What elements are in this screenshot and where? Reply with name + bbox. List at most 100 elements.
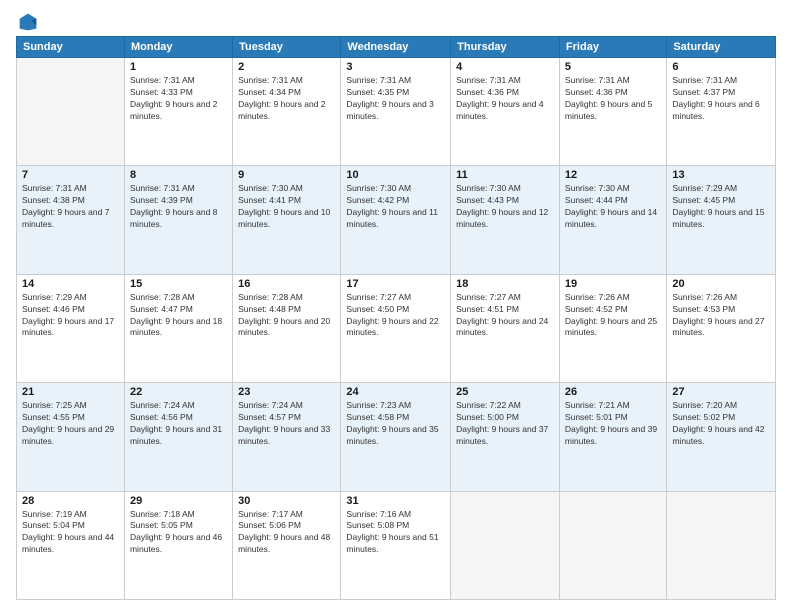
calendar-week-3: 14 Sunrise: 7:29 AMSunset: 4:46 PMDayligh…	[17, 274, 776, 382]
calendar-cell: 11 Sunrise: 7:30 AMSunset: 4:43 PMDayligh…	[451, 166, 560, 274]
day-info: Sunrise: 7:23 AMSunset: 4:58 PMDaylight:…	[346, 400, 445, 448]
day-info: Sunrise: 7:30 AMSunset: 4:44 PMDaylight:…	[565, 183, 661, 231]
day-header-monday: Monday	[124, 37, 232, 58]
calendar-week-5: 28 Sunrise: 7:19 AMSunset: 5:04 PMDayligh…	[17, 491, 776, 599]
calendar-cell: 7 Sunrise: 7:31 AMSunset: 4:38 PMDaylight…	[17, 166, 125, 274]
calendar-cell: 29 Sunrise: 7:18 AMSunset: 5:05 PMDayligh…	[124, 491, 232, 599]
day-number: 26	[565, 386, 661, 398]
day-number: 9	[238, 169, 335, 181]
day-number: 11	[456, 169, 554, 181]
day-number: 13	[672, 169, 770, 181]
logo	[16, 12, 38, 28]
day-number: 14	[22, 278, 119, 290]
day-info: Sunrise: 7:24 AMSunset: 4:56 PMDaylight:…	[130, 400, 227, 448]
day-info: Sunrise: 7:30 AMSunset: 4:43 PMDaylight:…	[456, 183, 554, 231]
calendar-cell: 4Sunrise: 7:31 AMSunset: 4:36 PMDaylight…	[451, 58, 560, 166]
calendar: SundayMondayTuesdayWednesdayThursdayFrid…	[16, 36, 776, 600]
calendar-cell: 30Sunrise: 7:17 AMSunset: 5:06 PMDayligh…	[233, 491, 341, 599]
day-number: 25	[456, 386, 554, 398]
calendar-cell: 20 Sunrise: 7:26 AMSunset: 4:53 PMDayligh…	[667, 274, 776, 382]
calendar-cell: 8 Sunrise: 7:31 AMSunset: 4:39 PMDaylight…	[124, 166, 232, 274]
day-number: 23	[238, 386, 335, 398]
day-info: Sunrise: 7:31 AMSunset: 4:36 PMDaylight:…	[456, 75, 554, 123]
day-info: Sunrise: 7:16 AMSunset: 5:08 PMDaylight:…	[346, 509, 445, 557]
day-info: Sunrise: 7:26 AMSunset: 4:53 PMDaylight:…	[672, 292, 770, 340]
day-info: Sunrise: 7:30 AMSunset: 4:41 PMDaylight:…	[238, 183, 335, 231]
day-number: 28	[22, 495, 119, 507]
day-number: 5	[565, 61, 661, 73]
day-info: Sunrise: 7:31 AMSunset: 4:35 PMDaylight:…	[346, 75, 445, 123]
day-number: 27	[672, 386, 770, 398]
day-info: Sunrise: 7:17 AMSunset: 5:06 PMDaylight:…	[238, 509, 335, 557]
day-info: Sunrise: 7:31 AMSunset: 4:39 PMDaylight:…	[130, 183, 227, 231]
calendar-cell: 28 Sunrise: 7:19 AMSunset: 5:04 PMDayligh…	[17, 491, 125, 599]
day-number: 29	[130, 495, 227, 507]
day-info: Sunrise: 7:31 AMSunset: 4:38 PMDaylight:…	[22, 183, 119, 231]
calendar-cell: 14 Sunrise: 7:29 AMSunset: 4:46 PMDayligh…	[17, 274, 125, 382]
day-info: Sunrise: 7:27 AMSunset: 4:51 PMDaylight:…	[456, 292, 554, 340]
calendar-cell: 19 Sunrise: 7:26 AMSunset: 4:52 PMDayligh…	[559, 274, 666, 382]
day-number: 24	[346, 386, 445, 398]
day-number: 18	[456, 278, 554, 290]
day-header-wednesday: Wednesday	[341, 37, 451, 58]
day-info: Sunrise: 7:29 AMSunset: 4:45 PMDaylight:…	[672, 183, 770, 231]
calendar-cell: 6Sunrise: 7:31 AMSunset: 4:37 PMDaylight…	[667, 58, 776, 166]
calendar-cell: 31Sunrise: 7:16 AMSunset: 5:08 PMDayligh…	[341, 491, 451, 599]
day-info: Sunrise: 7:25 AMSunset: 4:55 PMDaylight:…	[22, 400, 119, 448]
calendar-cell: 27 Sunrise: 7:20 AMSunset: 5:02 PMDayligh…	[667, 383, 776, 491]
day-number: 22	[130, 386, 227, 398]
calendar-cell: 24 Sunrise: 7:23 AMSunset: 4:58 PMDayligh…	[341, 383, 451, 491]
calendar-week-2: 7 Sunrise: 7:31 AMSunset: 4:38 PMDaylight…	[17, 166, 776, 274]
header	[16, 12, 776, 28]
calendar-week-1: 1 Sunrise: 7:31 AMSunset: 4:33 PMDaylight…	[17, 58, 776, 166]
calendar-cell: 16 Sunrise: 7:28 AMSunset: 4:48 PMDayligh…	[233, 274, 341, 382]
day-number: 19	[565, 278, 661, 290]
day-info: Sunrise: 7:30 AMSunset: 4:42 PMDaylight:…	[346, 183, 445, 231]
day-number: 20	[672, 278, 770, 290]
day-header-thursday: Thursday	[451, 37, 560, 58]
day-info: Sunrise: 7:29 AMSunset: 4:46 PMDaylight:…	[22, 292, 119, 340]
day-info: Sunrise: 7:31 AMSunset: 4:34 PMDaylight:…	[238, 75, 335, 123]
day-info: Sunrise: 7:28 AMSunset: 4:48 PMDaylight:…	[238, 292, 335, 340]
day-number: 10	[346, 169, 445, 181]
day-number: 15	[130, 278, 227, 290]
day-info: Sunrise: 7:26 AMSunset: 4:52 PMDaylight:…	[565, 292, 661, 340]
day-info: Sunrise: 7:21 AMSunset: 5:01 PMDaylight:…	[565, 400, 661, 448]
logo-text	[16, 12, 38, 32]
day-number: 16	[238, 278, 335, 290]
calendar-cell: 26 Sunrise: 7:21 AMSunset: 5:01 PMDayligh…	[559, 383, 666, 491]
day-info: Sunrise: 7:24 AMSunset: 4:57 PMDaylight:…	[238, 400, 335, 448]
day-info: Sunrise: 7:20 AMSunset: 5:02 PMDaylight:…	[672, 400, 770, 448]
calendar-cell: 21Sunrise: 7:25 AMSunset: 4:55 PMDayligh…	[17, 383, 125, 491]
day-info: Sunrise: 7:31 AMSunset: 4:36 PMDaylight:…	[565, 75, 661, 123]
calendar-week-4: 21Sunrise: 7:25 AMSunset: 4:55 PMDayligh…	[17, 383, 776, 491]
calendar-cell: 10 Sunrise: 7:30 AMSunset: 4:42 PMDayligh…	[341, 166, 451, 274]
day-number: 7	[22, 169, 119, 181]
logo-icon	[18, 12, 38, 32]
day-number: 8	[130, 169, 227, 181]
day-number: 3	[346, 61, 445, 73]
calendar-cell	[559, 491, 666, 599]
calendar-cell: 2Sunrise: 7:31 AMSunset: 4:34 PMDaylight…	[233, 58, 341, 166]
calendar-cell: 17Sunrise: 7:27 AMSunset: 4:50 PMDayligh…	[341, 274, 451, 382]
calendar-cell: 5 Sunrise: 7:31 AMSunset: 4:36 PMDaylight…	[559, 58, 666, 166]
day-number: 12	[565, 169, 661, 181]
day-info: Sunrise: 7:18 AMSunset: 5:05 PMDaylight:…	[130, 509, 227, 557]
calendar-cell: 1 Sunrise: 7:31 AMSunset: 4:33 PMDaylight…	[124, 58, 232, 166]
day-number: 1	[130, 61, 227, 73]
day-info: Sunrise: 7:27 AMSunset: 4:50 PMDaylight:…	[346, 292, 445, 340]
day-info: Sunrise: 7:31 AMSunset: 4:37 PMDaylight:…	[672, 75, 770, 123]
day-info: Sunrise: 7:31 AMSunset: 4:33 PMDaylight:…	[130, 75, 227, 123]
day-header-sunday: Sunday	[17, 37, 125, 58]
calendar-cell: 9 Sunrise: 7:30 AMSunset: 4:41 PMDaylight…	[233, 166, 341, 274]
calendar-cell: 18 Sunrise: 7:27 AMSunset: 4:51 PMDayligh…	[451, 274, 560, 382]
day-info: Sunrise: 7:28 AMSunset: 4:47 PMDaylight:…	[130, 292, 227, 340]
calendar-cell	[451, 491, 560, 599]
calendar-cell: 22 Sunrise: 7:24 AMSunset: 4:56 PMDayligh…	[124, 383, 232, 491]
day-header-saturday: Saturday	[667, 37, 776, 58]
calendar-cell: 13 Sunrise: 7:29 AMSunset: 4:45 PMDayligh…	[667, 166, 776, 274]
day-info: Sunrise: 7:19 AMSunset: 5:04 PMDaylight:…	[22, 509, 119, 557]
calendar-cell: 15 Sunrise: 7:28 AMSunset: 4:47 PMDayligh…	[124, 274, 232, 382]
calendar-cell	[17, 58, 125, 166]
day-header-tuesday: Tuesday	[233, 37, 341, 58]
